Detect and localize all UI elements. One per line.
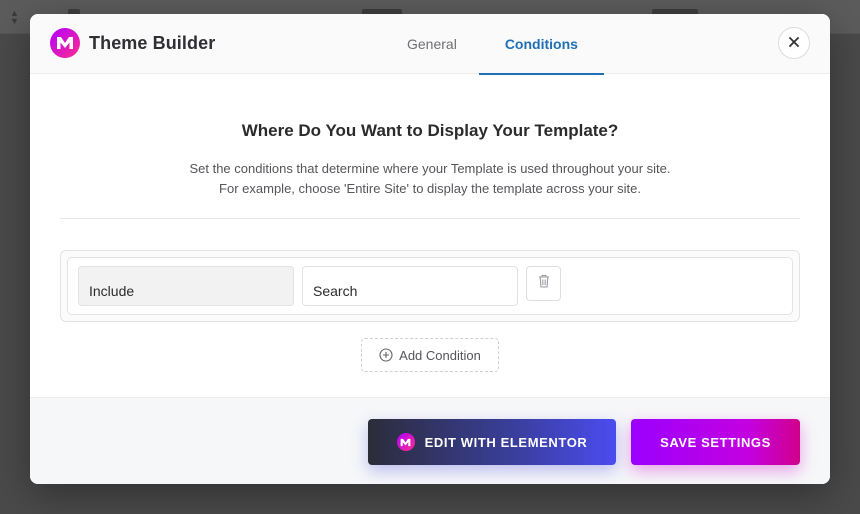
description-line: Set the conditions that determine where …: [189, 161, 671, 176]
theme-builder-modal: Theme Builder General Conditions Where D…: [30, 14, 830, 484]
close-icon: [789, 34, 799, 52]
save-settings-button[interactable]: SAVE SETTINGS: [631, 419, 800, 465]
modal-footer: EDIT WITH ELEMENTOR SAVE SETTINGS: [30, 397, 830, 484]
brand-logo-icon: [396, 433, 415, 451]
add-condition-label: Add Condition: [399, 347, 481, 363]
conditions-list: Include Search: [60, 250, 800, 322]
conditions-description: Set the conditions that determine where …: [30, 159, 830, 199]
edit-with-elementor-button[interactable]: EDIT WITH ELEMENTOR: [368, 419, 616, 465]
description-line: For example, choose 'Entire Site' to dis…: [219, 181, 641, 196]
condition-target-select[interactable]: Search: [302, 266, 518, 306]
tab-general[interactable]: General: [385, 14, 479, 74]
sort-arrows-icon: ▲ ▼: [10, 8, 19, 26]
modal-header: Theme Builder General Conditions: [30, 14, 830, 75]
condition-type-select[interactable]: Include: [78, 266, 294, 306]
add-condition-button[interactable]: Add Condition: [361, 338, 499, 372]
brand-logo-icon: [50, 28, 80, 58]
tab-bar: General Conditions: [385, 14, 605, 75]
save-settings-label: SAVE SETTINGS: [660, 434, 771, 450]
plus-circle-icon: [379, 348, 393, 362]
brand: Theme Builder: [50, 28, 215, 58]
trash-icon: [538, 274, 550, 293]
divider: [60, 218, 800, 219]
conditions-title: Where Do You Want to Display Your Templa…: [241, 121, 619, 140]
delete-condition-button[interactable]: [526, 266, 561, 301]
condition-row: Include Search: [67, 257, 793, 315]
app-title: Theme Builder: [89, 32, 216, 53]
edit-with-elementor-label: EDIT WITH ELEMENTOR: [424, 434, 588, 450]
close-button[interactable]: [778, 27, 810, 59]
tab-conditions[interactable]: Conditions: [478, 14, 605, 75]
